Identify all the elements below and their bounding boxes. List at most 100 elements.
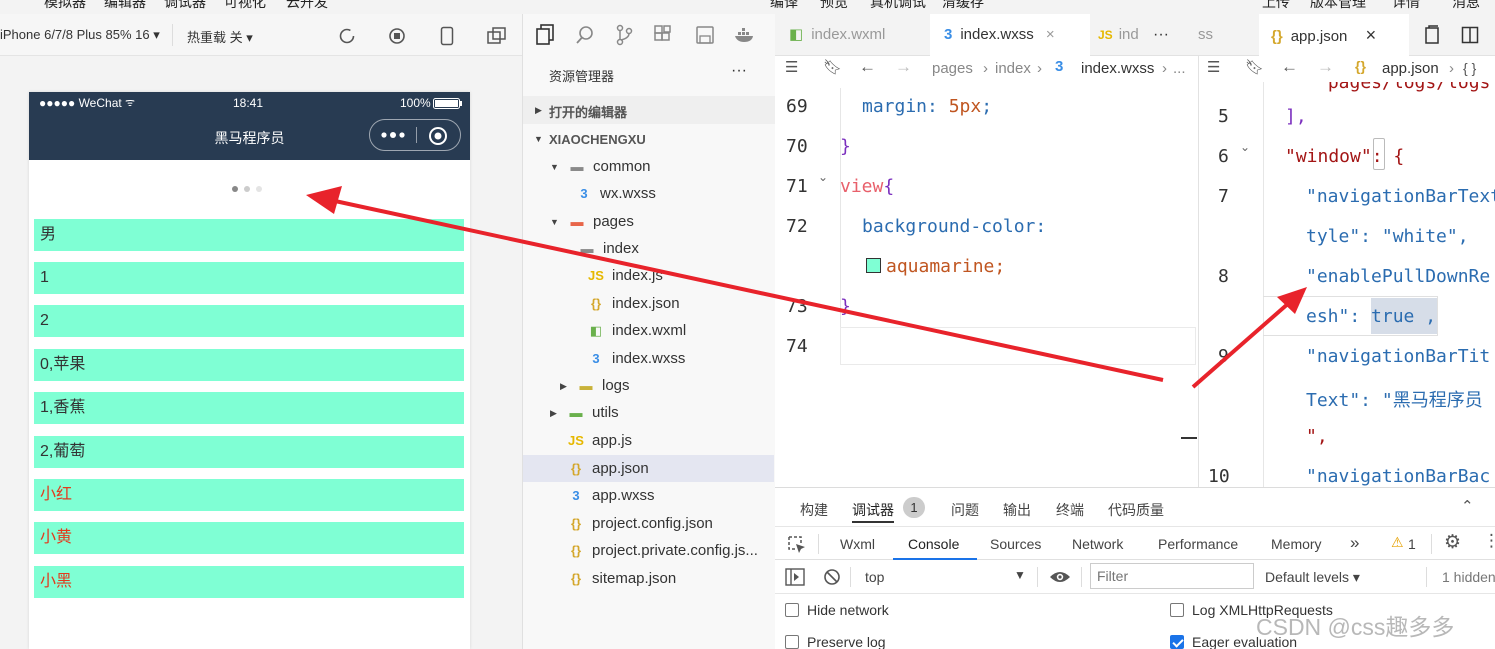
devtools-tab-wxml[interactable]: Wxml — [840, 536, 875, 552]
device-select[interactable]: iPhone 6/7/8 Plus 85% 16 ▾ — [0, 27, 160, 43]
tab-problems[interactable]: 问题 — [951, 500, 979, 520]
tab-app-json[interactable]: {} app.json × — [1259, 14, 1409, 56]
bookmark-icon[interactable]: 🔖︎ — [1245, 58, 1264, 76]
dropdown-arrow-icon[interactable]: ▼ — [1014, 568, 1026, 582]
menu-preview[interactable]: 预览 — [820, 0, 848, 12]
menu-messages[interactable]: 消息 — [1452, 0, 1480, 12]
docker-icon[interactable] — [733, 25, 757, 45]
tree-item-app-json[interactable]: {} app.json — [567, 455, 649, 482]
checkbox[interactable] — [785, 603, 799, 617]
menu-compile[interactable]: 编译 — [770, 0, 798, 12]
log-levels-select[interactable]: Default levels ▾ — [1265, 569, 1360, 586]
split-editor-icon[interactable] — [1461, 26, 1479, 44]
clear-console-icon[interactable] — [823, 568, 841, 586]
devtools-tab-console[interactable]: Console — [908, 536, 959, 552]
menu-debugger[interactable]: 调试器 — [164, 0, 206, 12]
back-arrow-icon[interactable]: ← — [859, 57, 876, 77]
menu-version[interactable]: 版本管理 — [1310, 0, 1366, 12]
left-code-editor[interactable] — [775, 82, 1198, 487]
extensions-icon[interactable] — [653, 25, 673, 45]
close-icon[interactable]: × — [1366, 25, 1377, 45]
color-swatch[interactable] — [866, 258, 881, 273]
breadcrumb-file[interactable]: app.json — [1382, 60, 1439, 77]
warning-count[interactable]: 1 — [1408, 536, 1416, 552]
collapse-panel-icon[interactable]: ⌃ — [1461, 497, 1474, 515]
tree-item-index-js[interactable]: JS index.js — [587, 262, 663, 289]
checkbox[interactable] — [785, 635, 799, 649]
tree-item-sitemap[interactable]: {} sitemap.json — [567, 565, 676, 592]
tree-item-app-wxss[interactable]: 3 app.wxss — [567, 482, 654, 509]
window-icon[interactable] — [487, 27, 507, 45]
explorer-more-button[interactable]: ··· — [731, 62, 747, 80]
devtools-tab-memory[interactable]: Memory — [1271, 536, 1322, 552]
list-icon[interactable]: ☰ — [785, 58, 798, 76]
breadcrumb-index[interactable]: index — [995, 60, 1031, 77]
bookmark-icon[interactable]: 🔖︎ — [823, 58, 842, 76]
forward-arrow-icon[interactable]: → — [895, 57, 912, 77]
menu-simulator[interactable]: 模拟器 — [44, 0, 86, 12]
devtools-tab-sources[interactable]: Sources — [990, 536, 1041, 552]
kebab-menu-icon[interactable]: ⋮ — [1483, 531, 1495, 551]
checkbox-checked[interactable] — [1170, 635, 1184, 649]
tab-debugger[interactable]: 调试器 — [852, 500, 894, 520]
sidebar-toggle-icon[interactable] — [785, 568, 805, 586]
capsule-menu[interactable] — [369, 119, 461, 151]
eye-icon[interactable] — [1049, 570, 1071, 584]
hot-reload-toggle[interactable]: 热重载 关 ▾ — [187, 27, 253, 46]
tree-item-app-js[interactable]: JS app.js — [567, 427, 632, 454]
tree-item-utils[interactable]: ▬ utils — [567, 399, 619, 426]
breadcrumb-more[interactable]: ... — [1173, 60, 1186, 77]
tree-item-wx-wxss[interactable]: 3 wx.wxss — [575, 180, 655, 207]
tab-index-js[interactable]: JS ind — [1090, 14, 1148, 56]
menu-visual[interactable]: 可视化 — [224, 0, 266, 12]
close-target-icon[interactable] — [428, 126, 448, 146]
tab-overflow-button[interactable]: ··· — [1153, 14, 1169, 56]
fold-chevron-icon[interactable]: ⌄ — [1240, 140, 1250, 154]
tree-item-pages[interactable]: ▬ pages — [568, 208, 634, 235]
tree-item-project-config[interactable]: {} project.config.json — [567, 510, 713, 537]
tree-item-project-private-config[interactable]: {} project.private.config.js... — [567, 537, 758, 564]
project-section[interactable]: ▼ XIAOCHENGXU — [523, 126, 776, 153]
fold-chevron-icon[interactable]: ⌄ — [818, 170, 828, 184]
open-editors-section[interactable]: ▶ 打开的编辑器 — [523, 96, 776, 124]
warning-icon[interactable]: ⚠ — [1391, 534, 1404, 551]
breadcrumb-file[interactable]: index.wxss — [1081, 60, 1154, 77]
phone-icon[interactable] — [440, 26, 454, 46]
console-filter-input[interactable] — [1090, 563, 1254, 589]
menu-upload[interactable]: 上传 — [1262, 0, 1290, 12]
tree-item-logs[interactable]: ▬ logs — [577, 372, 630, 399]
refresh-icon[interactable] — [338, 27, 356, 45]
tab-output[interactable]: 输出 — [1003, 500, 1031, 520]
breadcrumb-object[interactable]: { } — [1463, 60, 1476, 76]
menu-editor[interactable]: 编辑器 — [104, 0, 146, 12]
stop-icon[interactable] — [388, 27, 406, 45]
open-file-icon[interactable] — [1423, 25, 1441, 45]
save-icon[interactable] — [695, 25, 715, 45]
forward-arrow-icon[interactable]: → — [1317, 57, 1334, 77]
tab-code-quality[interactable]: 代码质量 — [1108, 500, 1164, 520]
close-icon[interactable]: × — [1046, 26, 1055, 43]
more-tabs-button[interactable]: » — [1350, 533, 1359, 553]
tree-item-index-json[interactable]: {} index.json — [587, 290, 680, 317]
menu-clear-cache[interactable]: 清缓存 — [942, 0, 984, 12]
gear-icon[interactable]: ⚙ — [1444, 531, 1461, 554]
search-icon[interactable] — [575, 25, 595, 45]
breadcrumb-pages[interactable]: pages — [932, 60, 973, 77]
tree-item-index-folder[interactable]: ▬ index — [578, 235, 639, 262]
tree-item-index-wxml[interactable]: ◧ index.wxml — [587, 317, 686, 344]
tree-item-index-wxss[interactable]: 3 index.wxss — [587, 345, 685, 372]
inspect-element-icon[interactable] — [787, 535, 807, 555]
hide-network-option[interactable]: Hide network — [785, 602, 889, 618]
files-icon[interactable] — [535, 24, 555, 46]
more-dots-icon[interactable] — [380, 130, 406, 140]
menu-details[interactable]: 详情 — [1392, 0, 1420, 12]
tab-build[interactable]: 构建 — [800, 500, 828, 520]
devtools-tab-performance[interactable]: Performance — [1158, 536, 1238, 552]
source-control-icon[interactable] — [615, 24, 633, 46]
list-icon[interactable]: ☰ — [1207, 58, 1220, 76]
preserve-log-option[interactable]: Preserve log — [785, 634, 886, 649]
tab-index-wxss[interactable]: 3 index.wxss × — [930, 14, 1090, 56]
menu-cloud[interactable]: 云开发 — [286, 0, 328, 12]
tab-index-wxml[interactable]: ◧ index.wxml — [775, 14, 930, 56]
back-arrow-icon[interactable]: ← — [1281, 57, 1298, 77]
